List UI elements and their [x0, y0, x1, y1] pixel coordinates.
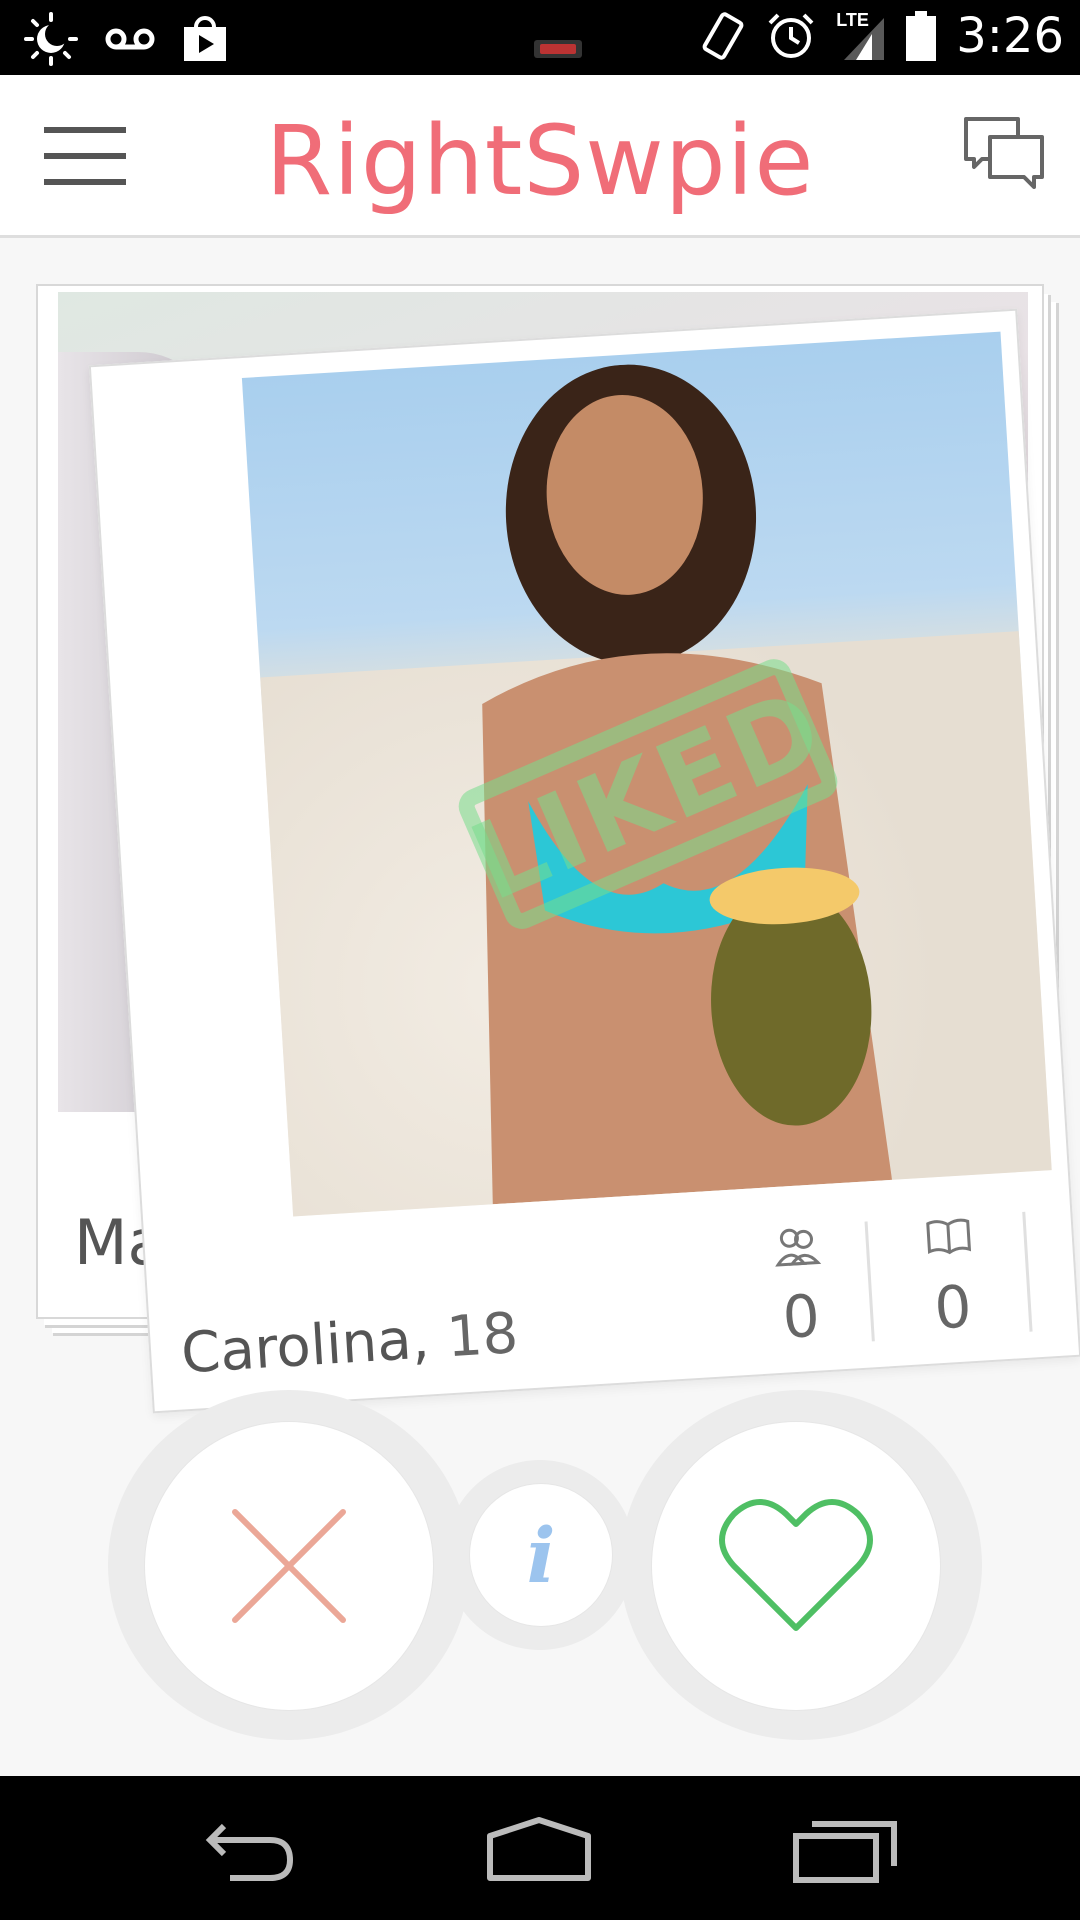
voicemail-icon	[105, 28, 155, 50]
friends-icon	[775, 1228, 822, 1267]
alarm-icon	[768, 13, 814, 58]
info-icon: i	[526, 1510, 556, 1600]
status-bar: LTE 3:26	[0, 0, 1080, 75]
profile-name-age: Carolina, 18	[179, 1301, 520, 1386]
battery-icon	[906, 11, 937, 61]
home-icon[interactable]	[484, 1816, 594, 1886]
recents-icon[interactable]	[790, 1816, 900, 1886]
common-friends-count: 0	[780, 1281, 822, 1352]
like-button[interactable]	[652, 1422, 940, 1710]
play-store-icon	[184, 16, 226, 61]
common-interests-stat: 0	[892, 1213, 1009, 1344]
app-title: RightSwpie	[265, 105, 815, 217]
info-button[interactable]: i	[470, 1484, 612, 1626]
stat-divider	[864, 1221, 875, 1342]
signal-icon: LTE	[836, 10, 886, 62]
nope-button[interactable]	[145, 1422, 433, 1710]
book-icon	[926, 1218, 972, 1255]
common-interests-count: 0	[932, 1272, 974, 1343]
back-icon[interactable]	[190, 1816, 300, 1886]
chat-bubbles-icon[interactable]	[962, 115, 1046, 199]
common-friends-stat: 0	[741, 1222, 858, 1353]
weather-icon	[24, 12, 78, 66]
action-buttons: i	[0, 1390, 1080, 1750]
profile-photo: LIKED	[241, 331, 1052, 1217]
status-time: 3:26	[956, 8, 1064, 64]
profile-info: Carolina, 18 0 0	[175, 1200, 1062, 1393]
profile-card-front[interactable]: LIKED Carolina, 18 0 0	[88, 308, 1080, 1414]
app-bar: RightSwpie	[0, 75, 1080, 238]
notification-indicator	[534, 40, 582, 58]
vibrate-icon	[702, 12, 744, 60]
system-nav-bar	[0, 1776, 1080, 1920]
close-x-icon	[232, 1509, 346, 1623]
profile-age: 18	[444, 1301, 520, 1371]
stat-divider	[1022, 1211, 1033, 1332]
heart-icon	[719, 1499, 873, 1631]
profile-name: Carolina,	[179, 1306, 432, 1387]
